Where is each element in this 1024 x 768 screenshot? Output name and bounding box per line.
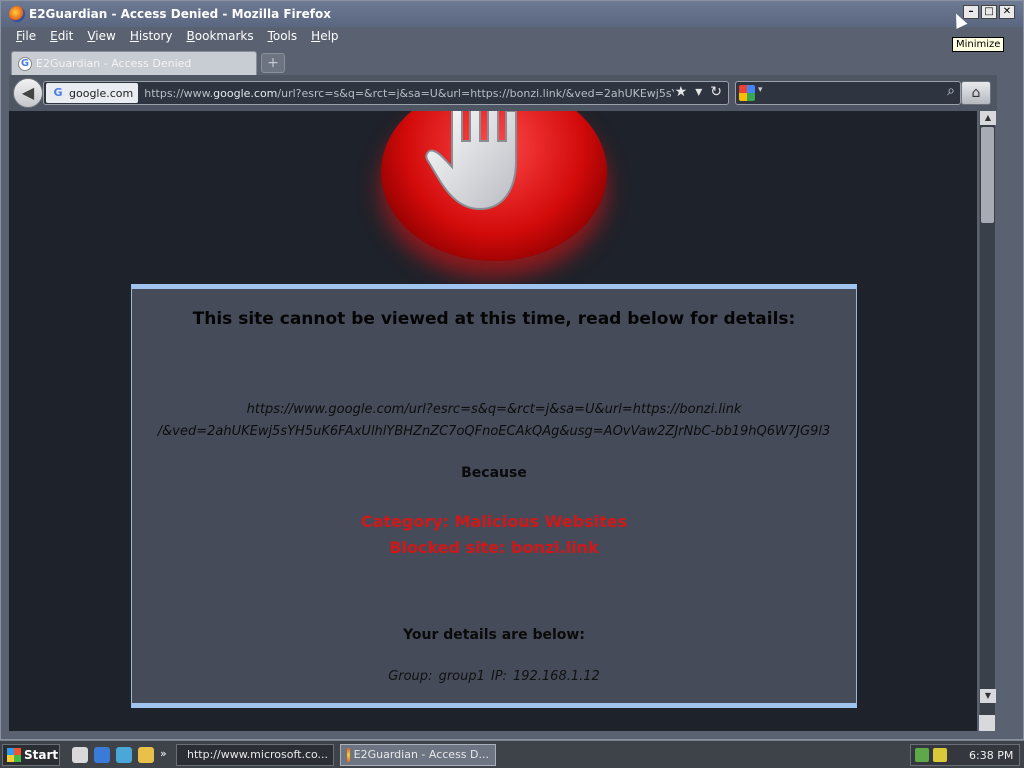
quicklaunch-app-icon[interactable]	[72, 746, 88, 763]
taskbar-button-label: http://www.microsoft.co...	[187, 748, 329, 761]
hand-icon	[425, 111, 517, 211]
identity-label: google.com	[69, 86, 134, 100]
google-search-engine-icon[interactable]	[739, 85, 755, 101]
new-tab-button[interactable]: +	[261, 53, 285, 73]
menu-edit[interactable]: Edit	[43, 29, 80, 47]
google-favicon-icon: G	[18, 56, 32, 71]
access-denied-panel: This site cannot be viewed at this time,…	[131, 284, 857, 708]
clock[interactable]: 6:38 PM	[969, 749, 1013, 762]
security-tray-icon[interactable]	[933, 748, 947, 762]
home-button[interactable]: ⌂	[961, 81, 991, 105]
blocked-url-line-1: https://www.google.com/url?esrc=s&q=&rct…	[246, 402, 742, 417]
system-tray: 6:38 PM	[910, 744, 1020, 766]
details-heading: Your details are below:	[403, 627, 585, 643]
windows-flag-icon	[7, 747, 21, 762]
scroll-thumb[interactable]	[981, 127, 994, 223]
tab-strip: G E2Guardian - Access Denied +	[9, 49, 1019, 75]
search-icon[interactable]: ⌕	[947, 83, 955, 99]
network-tray-icon[interactable]	[915, 748, 929, 762]
minimize-tooltip: Minimize	[952, 37, 1005, 52]
page-content: This site cannot be viewed at this time,…	[9, 111, 977, 731]
home-icon: ⌂	[971, 85, 981, 101]
search-bar[interactable]: ▾ ⌕	[735, 81, 961, 105]
menu-file[interactable]: File	[9, 29, 43, 47]
reload-icon[interactable]: ↻	[710, 84, 722, 100]
blocked-url-line-2: /&ved=2ahUKEwj5sYH5uK6FAxUlhlYBHZnZC7oQF…	[157, 424, 831, 439]
close-button[interactable]: ✕	[999, 5, 1015, 19]
tab-label: E2Guardian - Access Denied	[36, 57, 192, 70]
menu-tools[interactable]: Tools	[261, 29, 305, 47]
taskbar: Start » http://www.microsoft.co... E2Gua…	[0, 740, 1024, 768]
browser-window: E2Guardian - Access Denied - Mozilla Fir…	[0, 0, 1024, 740]
start-button[interactable]: Start	[2, 743, 60, 766]
start-label: Start	[24, 747, 59, 762]
quick-launch: »	[72, 746, 170, 763]
quicklaunch-ie-icon[interactable]	[94, 746, 110, 763]
engine-dropdown-icon[interactable]: ▾	[758, 85, 763, 95]
resize-grip[interactable]	[979, 715, 995, 731]
url-prefix: https://www.	[144, 86, 214, 100]
url-path: /url?esrc=s&q=&rct=j&sa=U&url=https://bo…	[277, 86, 674, 100]
firefox-icon	[9, 6, 25, 22]
block-reason: Category: Malicious Websites Blocked sit…	[132, 509, 856, 561]
url-bar-icons: ★ ▾ ↻	[675, 84, 722, 100]
taskbar-button-label: E2Guardian - Access D...	[353, 748, 489, 761]
quicklaunch-search-icon[interactable]	[138, 746, 154, 763]
taskbar-button-firefox[interactable]: E2Guardian - Access D...	[340, 743, 496, 766]
back-arrow-icon: ◀	[21, 83, 35, 102]
quicklaunch-overflow-icon[interactable]: »	[160, 747, 170, 763]
tab-e2guardian[interactable]: G E2Guardian - Access Denied	[11, 51, 257, 75]
site-identity-button[interactable]: G google.com	[46, 83, 139, 103]
menu-help[interactable]: Help	[304, 29, 345, 47]
url-bar[interactable]: G google.com https://www.google.com/url?…	[43, 81, 729, 105]
blocked-site-text: Blocked site: bonzi.link	[389, 538, 599, 557]
window-title: E2Guardian - Access Denied - Mozilla Fir…	[29, 7, 331, 21]
google-g-icon: G	[53, 86, 63, 99]
vertical-scrollbar[interactable]: ▲ ▼	[979, 111, 996, 731]
because-label: Because	[461, 465, 527, 481]
menu-history[interactable]: History	[123, 29, 180, 47]
window-controls: – □ ✕	[963, 5, 1015, 19]
scroll-down-icon[interactable]: ▼	[980, 689, 996, 703]
minimize-button[interactable]: –	[963, 5, 979, 19]
scroll-up-icon[interactable]: ▲	[980, 111, 996, 125]
taskbar-button-ie[interactable]: http://www.microsoft.co...	[176, 743, 334, 766]
url-host: google.com	[213, 86, 278, 100]
group-ip-line: Group: group1 IP: 192.168.1.12	[388, 669, 600, 684]
navigation-toolbar: ◀ G google.com https://www.google.com/ur…	[9, 75, 997, 111]
star-icon[interactable]: ★	[675, 84, 688, 100]
blocked-url: https://www.google.com/url?esrc=s&q=&rct…	[132, 399, 856, 443]
dropdown-icon[interactable]: ▾	[695, 84, 702, 100]
firefox-icon	[347, 747, 350, 762]
title-bar[interactable]: E2Guardian - Access Denied - Mozilla Fir…	[1, 1, 1023, 27]
url-text[interactable]: https://www.google.com/url?esrc=s&q=&rct…	[144, 87, 674, 100]
menu-view[interactable]: View	[80, 29, 122, 47]
category-text: Category: Malicious Websites	[360, 512, 628, 531]
back-button[interactable]: ◀	[13, 78, 43, 108]
menu-bar: File Edit View History Bookmarks Tools H…	[9, 29, 346, 47]
page-headline: This site cannot be viewed at this time,…	[192, 309, 796, 329]
menu-bookmarks[interactable]: Bookmarks	[180, 29, 261, 47]
maximize-button[interactable]: □	[981, 5, 997, 19]
quicklaunch-outlook-icon[interactable]	[116, 746, 132, 763]
